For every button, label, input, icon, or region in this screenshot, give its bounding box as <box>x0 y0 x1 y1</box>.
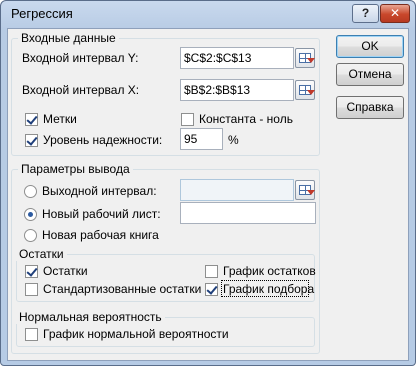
input-y-ref-button[interactable] <box>295 48 315 68</box>
input-x-label: Входной интервал X: <box>22 83 140 97</box>
residuals-checkbox[interactable] <box>25 265 38 278</box>
residual-plot-checkbox[interactable] <box>205 265 218 278</box>
percent-label: % <box>228 133 239 147</box>
confidence-label: Уровень надежности: <box>43 133 163 147</box>
constant-zero-label: Константа - ноль <box>199 112 293 126</box>
new-book-label: Новая рабочая книга <box>42 228 159 242</box>
normal-plot-label: График нормальной вероятности <box>43 327 229 341</box>
labels-label: Метки <box>43 112 77 126</box>
input-x-field[interactable]: $B$2:$B$13 <box>180 79 294 101</box>
input-group-label: Входные данные <box>18 31 119 45</box>
output-range-radio[interactable] <box>24 185 37 198</box>
title-bar[interactable]: Регрессия ? ✕ <box>1 1 415 27</box>
input-group: Входные данные Входной интервал Y: $C$2:… <box>11 31 320 156</box>
normal-probability-group: Нормальная вероятность График нормальной… <box>16 310 315 347</box>
input-y-field[interactable]: $C$2:$C$13 <box>180 47 294 69</box>
residuals-group-label: Остатки <box>16 247 67 261</box>
arrow-down-icon <box>307 190 315 195</box>
std-residuals-label: Стандартизованные остатки <box>43 282 202 296</box>
input-y-label: Входной интервал Y: <box>22 51 139 65</box>
new-sheet-radio[interactable] <box>24 208 37 221</box>
arrow-down-icon <box>307 90 315 95</box>
output-range-label: Выходной интервал: <box>42 184 157 198</box>
labels-checkbox[interactable] <box>25 113 38 126</box>
constant-zero-checkbox[interactable] <box>181 113 194 126</box>
output-group: Параметры вывода Выходной интервал: Новы… <box>11 162 320 354</box>
std-residuals-checkbox[interactable] <box>25 283 38 296</box>
residual-plot-label: График остатков <box>223 264 316 278</box>
arrow-down-icon <box>307 58 315 63</box>
output-group-label: Параметры вывода <box>18 162 133 176</box>
help-title-button[interactable]: ? <box>352 4 379 23</box>
help-button[interactable]: Справка <box>336 96 404 119</box>
dialog-body: Входные данные Входной интервал Y: $C$2:… <box>7 28 409 361</box>
close-button[interactable]: ✕ <box>380 4 410 23</box>
output-range-ref-button[interactable] <box>295 180 315 200</box>
fit-plot-checkbox[interactable] <box>205 283 218 296</box>
new-sheet-label: Новый рабочий лист: <box>42 207 161 221</box>
confidence-checkbox[interactable] <box>25 134 38 147</box>
normal-probability-group-label: Нормальная вероятность <box>16 310 165 324</box>
ok-button[interactable]: OK <box>336 35 404 58</box>
output-range-field[interactable] <box>180 179 294 201</box>
window-title: Регрессия <box>11 6 73 21</box>
regression-dialog: Регрессия ? ✕ Входные данные Входной инт… <box>0 0 416 366</box>
residuals-label: Остатки <box>43 264 88 278</box>
residuals-group: Остатки Остатки Стандартизованные остатк… <box>16 247 316 302</box>
input-x-ref-button[interactable] <box>295 80 315 100</box>
normal-plot-checkbox[interactable] <box>25 328 38 341</box>
new-sheet-field[interactable] <box>180 202 316 224</box>
confidence-field[interactable]: 95 <box>180 128 223 150</box>
new-book-radio[interactable] <box>24 229 37 242</box>
focus-indicator <box>221 280 309 297</box>
cancel-button[interactable]: Отмена <box>336 63 404 86</box>
